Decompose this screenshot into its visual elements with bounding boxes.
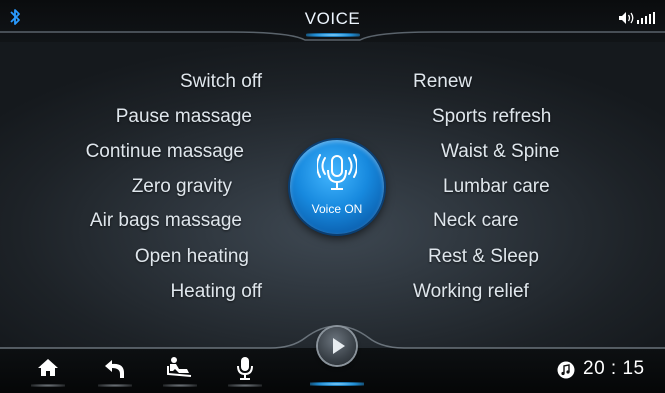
music-note-icon[interactable] [557,361,575,379]
massage-chair-icon [167,357,192,377]
volume-signal-icon[interactable] [618,10,658,26]
command-continue-massage[interactable]: Continue massage [40,141,244,163]
massage-chair-button-glow [163,384,197,387]
command-heating-off[interactable]: Heating off [140,281,262,303]
command-switch-off[interactable]: Switch off [160,71,262,93]
play-button-glow [310,382,364,386]
voice-button-glow [228,384,262,387]
command-lumbar-care[interactable]: Lumbar care [443,176,550,198]
microphone-icon [237,357,253,380]
command-working-relief[interactable]: Working relief [413,281,529,303]
back-button-glow [98,384,132,387]
clock-time: 20 : 15 [583,358,645,379]
command-waist-spine[interactable]: Waist & Spine [441,141,560,163]
massage-chair-button[interactable] [165,354,195,382]
command-renew[interactable]: Renew [413,71,472,93]
home-icon [38,359,58,376]
home-button[interactable] [33,354,63,382]
play-button[interactable] [318,327,356,365]
voice-on-button[interactable]: Voice ON [290,140,384,234]
voice-on-label: Voice ON [311,202,363,216]
back-button[interactable] [100,354,130,382]
voice-button[interactable] [230,354,260,382]
command-neck-care[interactable]: Neck care [433,210,519,232]
back-icon [105,360,124,378]
command-rest-sleep[interactable]: Rest & Sleep [428,246,539,268]
command-open-heating[interactable]: Open heating [100,246,249,268]
play-icon [333,338,345,354]
voice-screen: VOICE Switch off Pause massage Continue … [0,0,665,393]
command-sports-refresh[interactable]: Sports refresh [432,106,551,128]
home-button-glow [31,384,65,387]
page-title: VOICE [304,9,361,28]
title-highlight [306,33,360,37]
command-pause-massage[interactable]: Pause massage [80,106,252,128]
command-air-bags-massage[interactable]: Air bags massage [40,210,242,232]
microphone-icon [317,154,357,190]
command-zero-gravity[interactable]: Zero gravity [100,176,232,198]
